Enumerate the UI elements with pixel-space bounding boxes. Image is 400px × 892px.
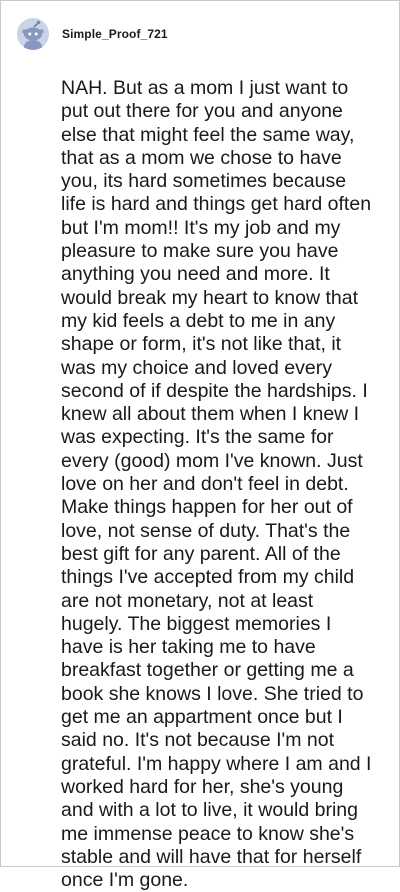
comment-card: Simple_Proof_721 NAH. But as a mom I jus… — [0, 0, 400, 891]
username[interactable]: Simple_Proof_721 — [62, 27, 168, 41]
comment-header: Simple_Proof_721 — [17, 17, 168, 51]
avatar[interactable] — [17, 18, 49, 50]
comment-text: NAH. But as a mom I just want to put out… — [61, 77, 372, 892]
snoo-avatar-icon — [17, 18, 49, 50]
